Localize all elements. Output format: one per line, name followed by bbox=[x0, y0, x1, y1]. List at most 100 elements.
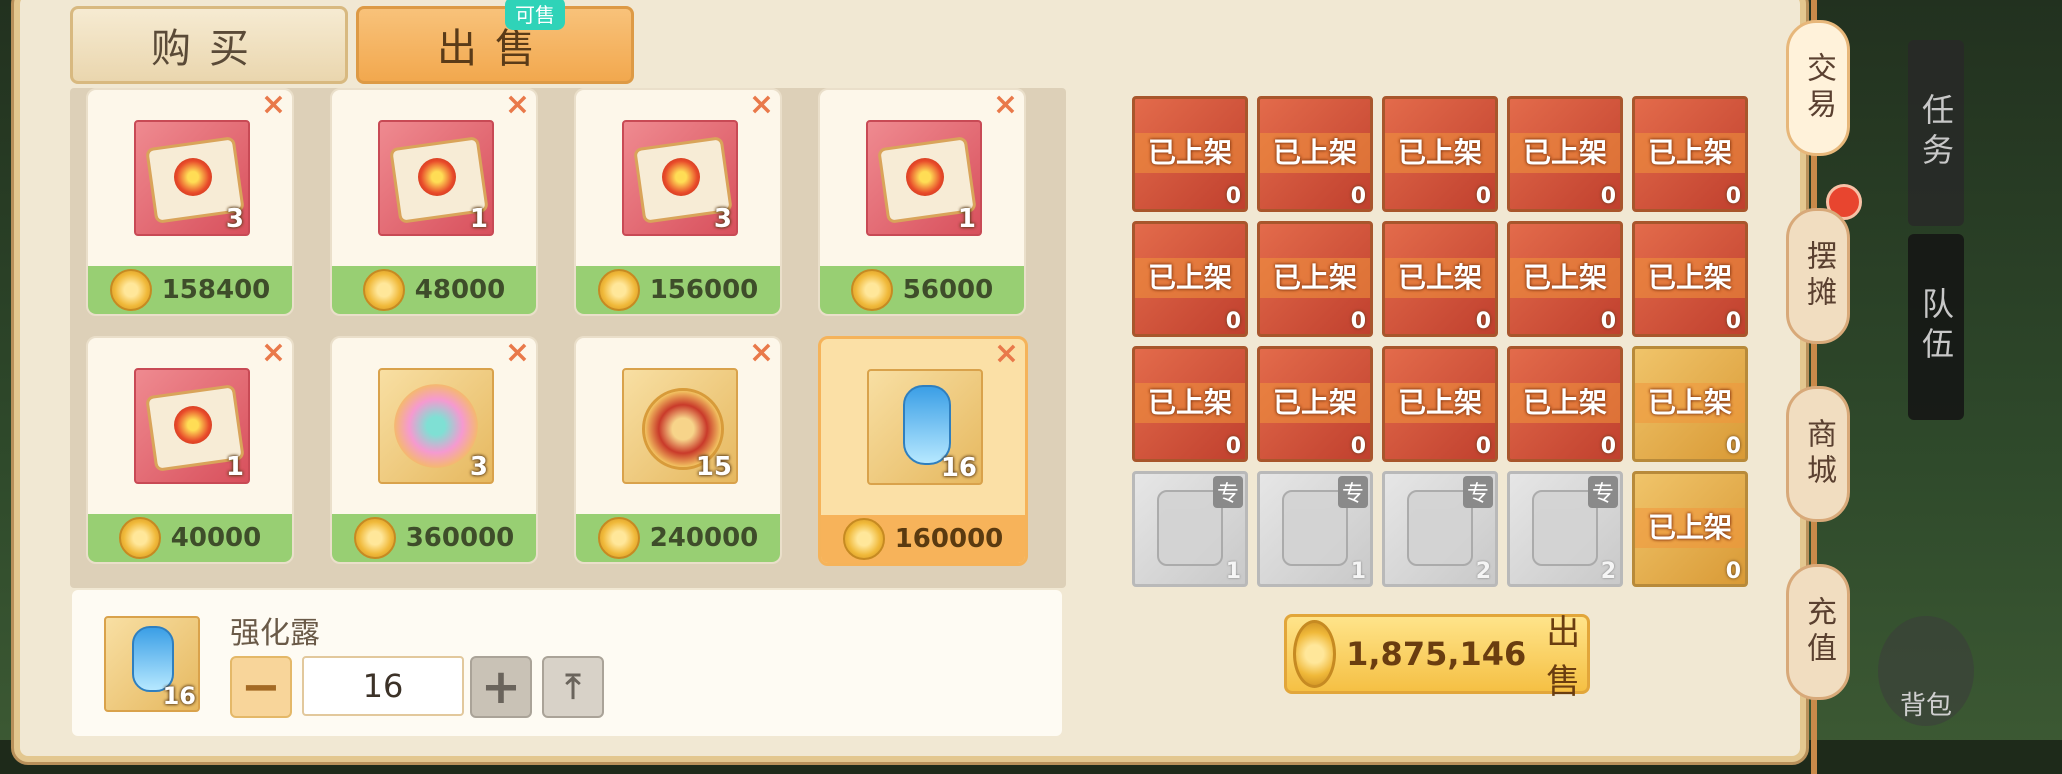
side-tab-trade[interactable]: 交易 bbox=[1786, 20, 1850, 156]
listed-tag: 已上架 bbox=[1135, 258, 1245, 298]
hud-team-tab[interactable]: 队伍 bbox=[1908, 234, 1964, 420]
inventory-slot-count: 0 bbox=[1475, 434, 1491, 459]
inventory-slot[interactable]: 专1 bbox=[1257, 471, 1373, 587]
max-icon: ⤒ bbox=[565, 667, 581, 707]
listing-price: 48000 bbox=[414, 275, 506, 305]
inventory-slot-count: 0 bbox=[1725, 559, 1741, 584]
increase-quantity-button[interactable]: + bbox=[470, 656, 532, 718]
plus-icon: + bbox=[480, 659, 522, 715]
selected-item-icon: 16 bbox=[104, 616, 200, 712]
listing-price-bar: 156000 bbox=[576, 266, 780, 314]
inventory-slot[interactable]: 专2 bbox=[1507, 471, 1623, 587]
listed-tag: 已上架 bbox=[1510, 383, 1620, 423]
inventory-slot[interactable]: 已上架 0 bbox=[1257, 346, 1373, 462]
inventory-slot-count: 0 bbox=[1225, 434, 1241, 459]
remove-listing-icon[interactable]: × bbox=[994, 339, 1019, 369]
bag-label: 背包 bbox=[1899, 691, 1952, 721]
listing-price-bar: 40000 bbox=[88, 514, 292, 562]
sell-all-button[interactable]: 1,875,146 出售 bbox=[1284, 613, 1590, 702]
inventory-slot-count: 0 bbox=[1600, 184, 1616, 209]
remove-listing-icon[interactable]: × bbox=[749, 90, 774, 120]
remove-listing-icon[interactable]: × bbox=[261, 90, 286, 120]
inventory-slot[interactable]: 已上架 0 bbox=[1257, 96, 1373, 212]
listing-card[interactable]: × 3 156000 bbox=[574, 88, 782, 316]
emblem-icon bbox=[174, 406, 212, 444]
inventory-slot[interactable]: 已上架 0 bbox=[1632, 471, 1748, 587]
inventory-slot-count: 0 bbox=[1350, 309, 1366, 334]
remove-listing-icon[interactable]: × bbox=[749, 338, 774, 368]
tab-buy[interactable]: 购买 bbox=[70, 6, 348, 84]
listing-item-count: 16 bbox=[940, 453, 977, 483]
listing-price: 56000 bbox=[902, 275, 994, 305]
inventory-slot[interactable]: 已上架 0 bbox=[1132, 346, 1248, 462]
remove-listing-icon[interactable]: × bbox=[505, 338, 530, 368]
inventory-slot[interactable]: 已上架 0 bbox=[1507, 96, 1623, 212]
listing-price: 360000 bbox=[405, 523, 515, 553]
side-tab-mall[interactable]: 商城 bbox=[1786, 386, 1850, 522]
listing-price-bar: 158400 bbox=[88, 266, 292, 314]
inventory-slot[interactable]: 已上架 0 bbox=[1382, 221, 1498, 337]
sell-total-amount: 1,875,146 bbox=[1346, 635, 1527, 673]
inventory-slot[interactable]: 已上架 0 bbox=[1257, 221, 1373, 337]
inventory-slot[interactable]: 已上架 0 bbox=[1382, 96, 1498, 212]
emblem-icon bbox=[418, 158, 456, 196]
listing-card[interactable]: × 1 40000 bbox=[86, 336, 294, 564]
listing-card[interactable]: × 16 160000 bbox=[818, 336, 1028, 566]
listed-tag: 已上架 bbox=[1385, 383, 1495, 423]
inventory-slot-count: 0 bbox=[1725, 309, 1741, 334]
listed-tag: 已上架 bbox=[1635, 383, 1745, 423]
listing-item-icon: 1 bbox=[866, 120, 982, 236]
remove-listing-icon[interactable]: × bbox=[505, 90, 530, 120]
listing-item-count: 1 bbox=[957, 204, 976, 234]
listing-price: 156000 bbox=[649, 275, 759, 305]
inventory-slot[interactable]: 已上架 0 bbox=[1632, 346, 1748, 462]
listing-card[interactable]: × 3 360000 bbox=[330, 336, 538, 564]
quantity-input[interactable]: 16 bbox=[302, 656, 464, 716]
listing-item-count: 3 bbox=[225, 204, 244, 234]
sell-total-label: 出售 bbox=[1546, 613, 1581, 702]
side-tab-stall[interactable]: 摆摊 bbox=[1786, 208, 1850, 344]
inventory-slot[interactable]: 专2 bbox=[1382, 471, 1498, 587]
inventory-slot-count: 0 bbox=[1600, 309, 1616, 334]
max-quantity-button[interactable]: ⤒ bbox=[542, 656, 604, 718]
coin-icon bbox=[118, 517, 161, 559]
inventory-slot-count: 0 bbox=[1475, 309, 1491, 334]
inventory-slot[interactable]: 已上架 0 bbox=[1507, 346, 1623, 462]
listed-tag: 已上架 bbox=[1385, 133, 1495, 173]
inventory-slot[interactable]: 已上架 0 bbox=[1632, 96, 1748, 212]
listing-card[interactable]: × 1 56000 bbox=[818, 88, 1026, 316]
listed-tag: 已上架 bbox=[1510, 258, 1620, 298]
listing-item-icon: 3 bbox=[622, 120, 738, 236]
listing-card[interactable]: × 15 240000 bbox=[574, 336, 782, 564]
listing-card[interactable]: × 1 48000 bbox=[330, 88, 538, 316]
listing-item-icon: 16 bbox=[867, 369, 983, 485]
exclusive-badge: 专 bbox=[1587, 476, 1618, 508]
inventory-slot[interactable]: 已上架 0 bbox=[1132, 221, 1248, 337]
exclusive-badge: 专 bbox=[1462, 476, 1493, 508]
listing-price: 160000 bbox=[894, 524, 1004, 554]
selected-item-count: 16 bbox=[162, 682, 196, 710]
inventory-slot[interactable]: 已上架 0 bbox=[1132, 96, 1248, 212]
emblem-icon bbox=[906, 158, 944, 196]
decrease-quantity-button[interactable]: − bbox=[230, 656, 292, 718]
listed-tag: 已上架 bbox=[1135, 133, 1245, 173]
side-tab-recharge[interactable]: 充值 bbox=[1786, 564, 1850, 700]
listing-card[interactable]: × 3 158400 bbox=[86, 88, 294, 316]
inventory-slot[interactable]: 专1 bbox=[1132, 471, 1248, 587]
hud-task-tab[interactable]: 任务 bbox=[1908, 40, 1964, 226]
listed-tag: 已上架 bbox=[1635, 508, 1745, 548]
coin-icon bbox=[1293, 620, 1337, 688]
inventory-slot[interactable]: 已上架 0 bbox=[1507, 221, 1623, 337]
inventory-slot-count: 0 bbox=[1475, 184, 1491, 209]
remove-listing-icon[interactable]: × bbox=[993, 90, 1018, 120]
tab-sell[interactable]: 出售 可售 bbox=[356, 0, 634, 84]
listed-tag: 已上架 bbox=[1635, 133, 1745, 173]
listing-item-icon: 1 bbox=[134, 368, 250, 484]
remove-listing-icon[interactable]: × bbox=[261, 338, 286, 368]
bag-button[interactable]: 背包 bbox=[1878, 616, 1974, 726]
inventory-slot-count: 0 bbox=[1350, 434, 1366, 459]
inventory-slot[interactable]: 已上架 0 bbox=[1632, 221, 1748, 337]
inventory-slot-count: 0 bbox=[1350, 184, 1366, 209]
inventory-slot[interactable]: 已上架 0 bbox=[1382, 346, 1498, 462]
listing-item-count: 1 bbox=[469, 204, 488, 234]
